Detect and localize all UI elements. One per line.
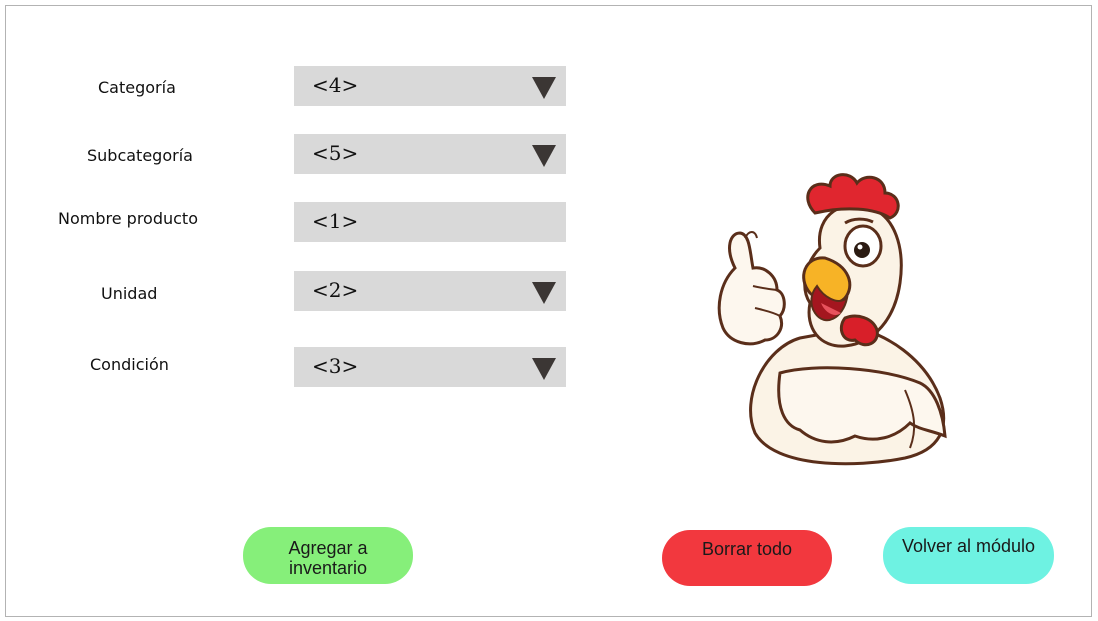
- condition-label: Condición: [90, 355, 169, 374]
- product-name-label: Nombre producto: [58, 209, 198, 228]
- clear-all-button[interactable]: Borrar todo: [662, 530, 832, 586]
- dropdown-arrow-icon[interactable]: [532, 77, 556, 99]
- subcategory-value: <5>: [312, 141, 359, 165]
- dropdown-arrow-icon[interactable]: [532, 282, 556, 304]
- dropdown-arrow-icon[interactable]: [532, 145, 556, 167]
- category-label: Categoría: [98, 78, 176, 97]
- unit-value: <2>: [312, 278, 359, 302]
- condition-value: <3>: [312, 354, 359, 378]
- subcategory-label: Subcategoría: [87, 146, 193, 165]
- rooster-thumbs-up-icon: [717, 173, 947, 466]
- category-value: <4>: [312, 73, 359, 97]
- add-to-inventory-button[interactable]: Agregar a inventario: [243, 527, 413, 584]
- condition-select[interactable]: <3>: [294, 347, 566, 387]
- dropdown-arrow-icon[interactable]: [532, 358, 556, 380]
- unit-select[interactable]: <2>: [294, 271, 566, 311]
- subcategory-select[interactable]: <5>: [294, 134, 566, 174]
- back-to-module-button[interactable]: Volver al módulo: [883, 527, 1054, 584]
- product-name-value: <1>: [312, 209, 359, 233]
- unit-label: Unidad: [101, 284, 158, 303]
- product-name-input[interactable]: <1>: [294, 202, 566, 242]
- category-select[interactable]: <4>: [294, 66, 566, 106]
